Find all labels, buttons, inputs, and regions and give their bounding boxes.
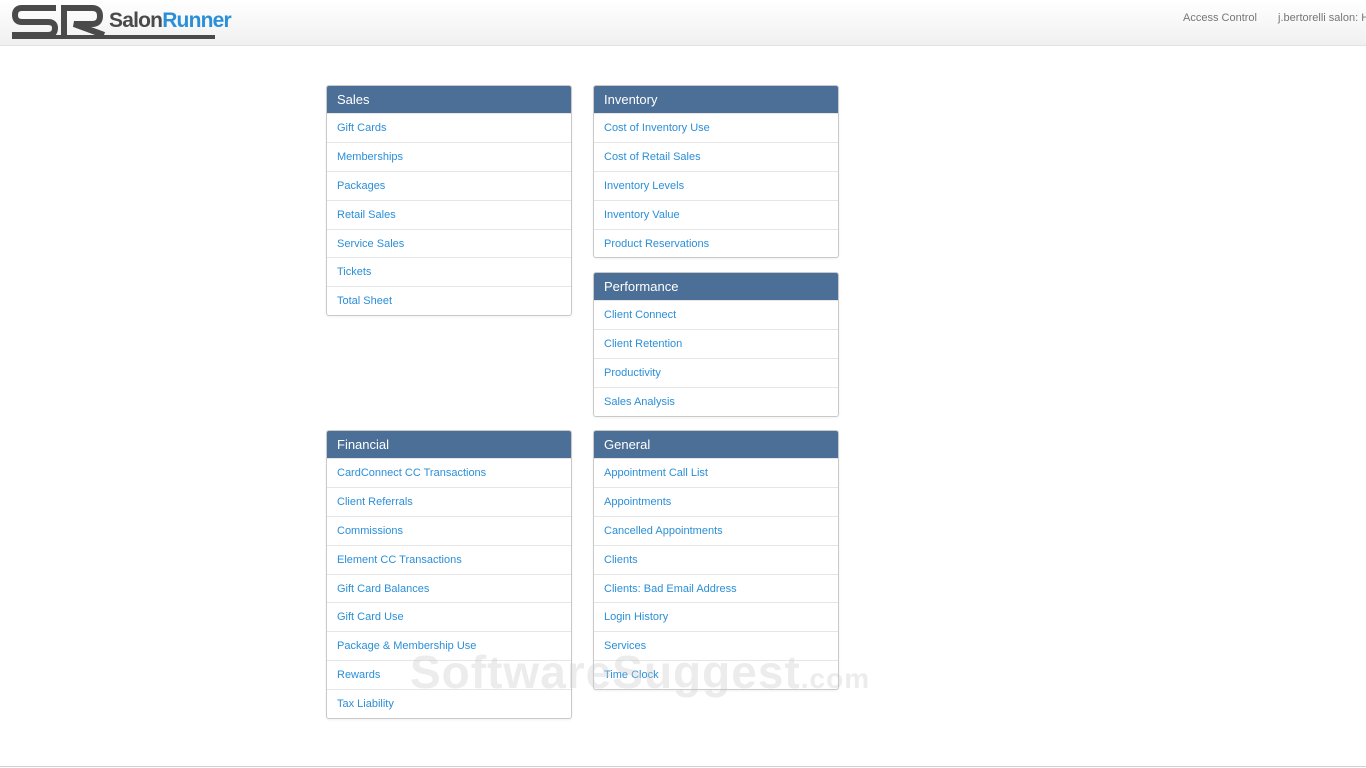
report-link-login-history[interactable]: Login History xyxy=(594,602,838,631)
report-link-appointment-call-list[interactable]: Appointment Call List xyxy=(594,458,838,487)
panel-general: General Appointment Call List Appointmen… xyxy=(593,430,839,691)
report-link-time-clock[interactable]: Time Clock xyxy=(594,660,838,689)
report-link-packages[interactable]: Packages xyxy=(327,170,571,200)
report-link-element-cc-transactions[interactable]: Element CC Transactions xyxy=(327,544,571,574)
report-link-service-sales[interactable]: Service Sales xyxy=(327,228,571,258)
access-control-link[interactable]: Access Control xyxy=(1183,12,1257,24)
salon-name-link[interactable]: j.bertorelli salon: Ho xyxy=(1278,12,1366,24)
top-bar: SalonRunner Access Control j.bertorelli … xyxy=(0,0,1366,46)
report-link-inventory-value[interactable]: Inventory Value xyxy=(594,199,838,229)
report-link-cardconnect-cc-transactions[interactable]: CardConnect CC Transactions xyxy=(327,458,571,487)
report-link-tickets[interactable]: Tickets xyxy=(327,257,571,286)
report-link-memberships[interactable]: Memberships xyxy=(327,141,571,171)
report-link-retail-sales[interactable]: Retail Sales xyxy=(327,199,571,229)
report-link-cost-of-inventory-use[interactable]: Cost of Inventory Use xyxy=(594,113,838,142)
panel-title-general: General xyxy=(594,431,838,458)
logo-runner-text: Runner xyxy=(162,9,231,32)
panel-performance: Performance Client Connect Client Retent… xyxy=(593,272,839,417)
logo-wordmark: SalonRunner xyxy=(109,9,232,33)
report-link-commissions[interactable]: Commissions xyxy=(327,515,571,545)
report-link-product-reservations[interactable]: Product Reservations xyxy=(594,228,838,258)
logo-salon-text: Salon xyxy=(109,9,163,32)
report-link-clients[interactable]: Clients xyxy=(594,544,838,574)
panel-inventory: Inventory Cost of Inventory Use Cost of … xyxy=(593,85,839,259)
report-link-gift-card-use[interactable]: Gift Card Use xyxy=(327,602,571,631)
report-link-appointments[interactable]: Appointments xyxy=(594,486,838,516)
panel-title-financial: Financial xyxy=(327,431,571,458)
salonrunner-logo[interactable]: SalonRunner xyxy=(12,4,232,40)
panel-sales: Sales Gift Cards Memberships Packages Re… xyxy=(326,85,572,317)
report-link-client-referrals[interactable]: Client Referrals xyxy=(327,486,571,516)
logo-underline xyxy=(12,35,215,39)
report-link-client-connect[interactable]: Client Connect xyxy=(594,300,838,329)
report-link-gift-card-balances[interactable]: Gift Card Balances xyxy=(327,573,571,603)
report-link-tax-liability[interactable]: Tax Liability xyxy=(327,689,571,718)
panel-financial: Financial CardConnect CC Transactions Cl… xyxy=(326,430,572,720)
report-link-productivity[interactable]: Productivity xyxy=(594,357,838,387)
panel-title-sales: Sales xyxy=(327,86,571,113)
report-link-sales-analysis[interactable]: Sales Analysis xyxy=(594,386,838,416)
bottom-divider xyxy=(0,766,1366,767)
report-link-cost-of-retail-sales[interactable]: Cost of Retail Sales xyxy=(594,141,838,171)
top-nav: Access Control j.bertorelli salon: Ho xyxy=(1183,12,1366,24)
panel-title-performance: Performance xyxy=(594,273,838,300)
report-link-rewards[interactable]: Rewards xyxy=(327,660,571,689)
report-link-gift-cards[interactable]: Gift Cards xyxy=(327,113,571,142)
report-link-inventory-levels[interactable]: Inventory Levels xyxy=(594,170,838,200)
report-link-cancelled-appointments[interactable]: Cancelled Appointments xyxy=(594,515,838,545)
report-link-services[interactable]: Services xyxy=(594,631,838,660)
report-link-total-sheet[interactable]: Total Sheet xyxy=(327,286,571,315)
report-link-clients-bad-email[interactable]: Clients: Bad Email Address xyxy=(594,573,838,603)
report-link-client-retention[interactable]: Client Retention xyxy=(594,328,838,358)
panel-title-inventory: Inventory xyxy=(594,86,838,113)
report-link-package-membership-use[interactable]: Package & Membership Use xyxy=(327,631,571,660)
